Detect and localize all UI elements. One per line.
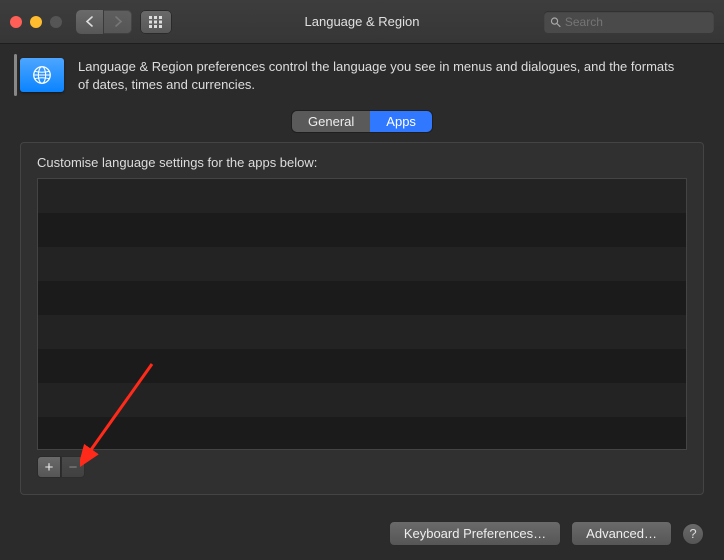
list-row [38, 349, 686, 383]
help-button[interactable]: ? [682, 523, 704, 545]
apps-panel-label: Customise language settings for the apps… [37, 155, 687, 170]
apps-panel: Customise language settings for the apps… [20, 142, 704, 495]
search-input[interactable] [565, 15, 708, 29]
tab-group: General Apps [292, 111, 432, 132]
list-row [38, 247, 686, 281]
advanced-button[interactable]: Advanced… [571, 521, 672, 546]
forward-button [104, 10, 132, 34]
window-minimize-button[interactable] [30, 16, 42, 28]
search-field[interactable] [544, 11, 714, 33]
window-zoom-button [50, 16, 62, 28]
pane-description: Language & Region preferences control th… [78, 58, 678, 93]
tab-general[interactable]: General [292, 111, 370, 132]
list-row [38, 417, 686, 450]
list-row [38, 213, 686, 247]
list-row [38, 383, 686, 417]
back-button[interactable] [76, 10, 104, 34]
keyboard-preferences-button[interactable]: Keyboard Preferences… [389, 521, 561, 546]
search-icon [550, 16, 561, 28]
language-region-icon [20, 58, 64, 92]
tab-apps[interactable]: Apps [370, 111, 432, 132]
list-row [38, 281, 686, 315]
apps-list[interactable] [37, 178, 687, 450]
list-row [38, 179, 686, 213]
remove-button: − [61, 456, 85, 478]
window-close-button[interactable] [10, 16, 22, 28]
show-all-button[interactable] [140, 10, 172, 34]
add-button[interactable]: + [37, 456, 61, 478]
list-row [38, 315, 686, 349]
